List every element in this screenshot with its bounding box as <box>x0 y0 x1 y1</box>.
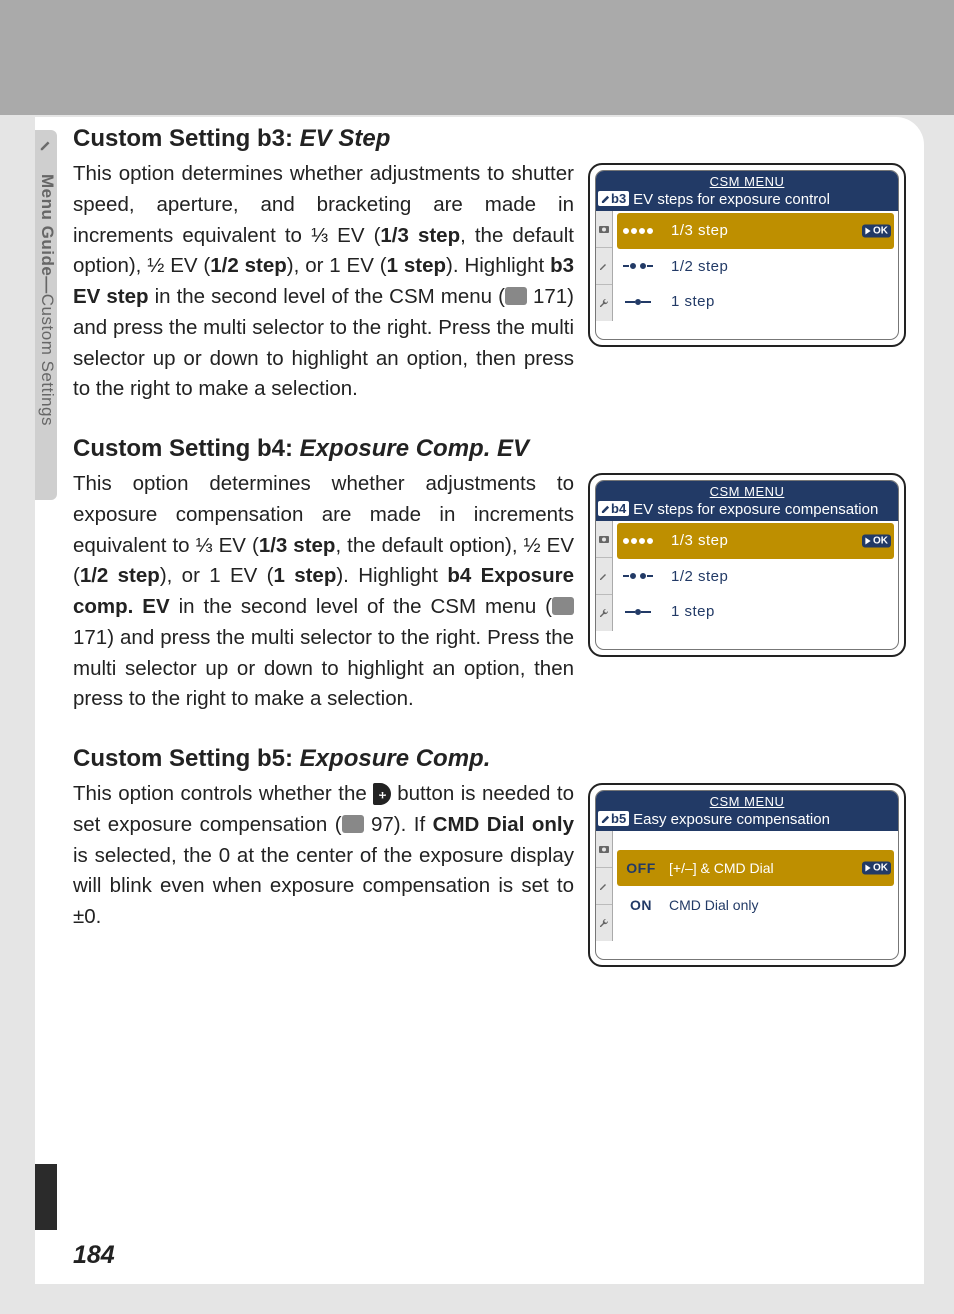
step-dots-icon <box>621 226 655 236</box>
ok-indicator: OK <box>862 224 891 237</box>
lcd-option[interactable]: 1 step <box>617 594 894 629</box>
pencil-icon <box>596 868 612 905</box>
camera-icon <box>596 521 612 558</box>
option-label: 1/2 step <box>663 568 890 585</box>
pencil-icon <box>38 138 54 152</box>
step-dots-icon <box>621 297 655 307</box>
lcd-menu-b3: CSM MENU b3 EV steps for exposure contro… <box>588 163 906 347</box>
step-dots-icon <box>621 261 655 271</box>
side-tab-label: Menu Guide—Custom Settings <box>37 174 57 426</box>
lcd-menu-b4: CSM MENU b4 EV steps for exposure compen… <box>588 473 906 657</box>
side-tab: Menu Guide—Custom Settings <box>35 130 57 500</box>
lcd-side-tabs <box>596 831 613 941</box>
option-label: 1 step <box>663 603 890 620</box>
lcd-menu-b5: CSM MENU b5 Easy exposure compensation <box>588 783 906 967</box>
option-code: OFF <box>621 860 661 876</box>
lcd-side-tabs <box>596 521 613 631</box>
step-dots-icon <box>621 536 655 546</box>
ok-indicator: OK <box>862 861 891 874</box>
body-text-b3: This option determines whether adjustmen… <box>73 159 574 405</box>
page-ref-icon <box>552 597 574 615</box>
lcd-subtitle-b4: b4 EV steps for exposure compensation <box>596 500 898 521</box>
header-band <box>0 0 954 115</box>
lcd-option[interactable]: 1 step <box>617 284 894 319</box>
heading-b5: Custom Setting b5: Exposure Comp. <box>73 745 906 773</box>
lcd-badge-b3: b3 <box>598 191 629 206</box>
lcd-option[interactable]: 1/3 stepOK <box>617 523 894 558</box>
body-text-b5: This option controls whether the ⧾ butto… <box>73 779 574 933</box>
heading-b3: Custom Setting b3: EV Step <box>73 125 906 153</box>
option-desc: [+/–] & CMD Dial <box>669 860 890 876</box>
section-b3: Custom Setting b3: EV Step This option d… <box>73 125 906 405</box>
lcd-option[interactable]: 1/3 stepOK <box>617 213 894 248</box>
step-dots-icon <box>621 607 655 617</box>
lcd-option[interactable]: 1/2 step <box>617 559 894 594</box>
heading-b4: Custom Setting b4: Exposure Comp. EV <box>73 435 906 463</box>
lcd-title: CSM MENU <box>710 174 785 189</box>
lcd-badge-b4: b4 <box>598 501 629 516</box>
content-area: Custom Setting b3: EV Step This option d… <box>73 125 906 997</box>
lcd-subtitle-b3: b3 EV steps for exposure control <box>596 190 898 211</box>
lcd-option[interactable]: 1/2 step <box>617 249 894 284</box>
wrench-icon <box>596 595 612 631</box>
option-label: 1/2 step <box>663 258 890 275</box>
lcd-option[interactable]: ON CMD Dial only <box>617 886 894 923</box>
lcd-options-b5: OFF [+/–] & CMD DialOK ON CMD Dial only <box>613 831 898 941</box>
lcd-badge-b5: b5 <box>598 811 629 826</box>
camera-icon <box>596 831 612 868</box>
lcd-option[interactable]: OFF [+/–] & CMD DialOK <box>617 850 894 887</box>
wrench-icon <box>596 905 612 941</box>
pencil-icon <box>596 248 612 285</box>
section-b5: Custom Setting b5: Exposure Comp. This o… <box>73 745 906 967</box>
page-number: 184 <box>73 1241 115 1270</box>
option-code: ON <box>621 897 661 913</box>
lcd-title: CSM MENU <box>710 794 785 809</box>
section-b4: Custom Setting b4: Exposure Comp. EV Thi… <box>73 435 906 715</box>
option-label: 1 step <box>663 293 890 310</box>
option-label: 1/3 step <box>663 532 890 549</box>
body-text-b4: This option determines whether adjustmen… <box>73 469 574 715</box>
lcd-options-b3: 1/3 stepOK 1/2 step 1 step <box>613 211 898 321</box>
lcd-title: CSM MENU <box>710 484 785 499</box>
camera-icon <box>596 211 612 248</box>
step-dots-icon <box>621 571 655 581</box>
page-ref-icon <box>342 815 364 833</box>
exposure-comp-button-icon: ⧾ <box>373 783 391 805</box>
wrench-icon <box>596 285 612 321</box>
page-container: Menu Guide—Custom Settings Custom Settin… <box>35 117 924 1284</box>
footer-tab <box>35 1164 57 1230</box>
pencil-icon <box>596 558 612 595</box>
option-desc: CMD Dial only <box>669 897 890 913</box>
ok-indicator: OK <box>862 534 891 547</box>
lcd-side-tabs <box>596 211 613 321</box>
lcd-options-b4: 1/3 stepOK 1/2 step 1 step <box>613 521 898 631</box>
lcd-subtitle-b5: b5 Easy exposure compensation <box>596 810 898 831</box>
page-ref-icon <box>505 287 527 305</box>
option-label: 1/3 step <box>663 222 890 239</box>
